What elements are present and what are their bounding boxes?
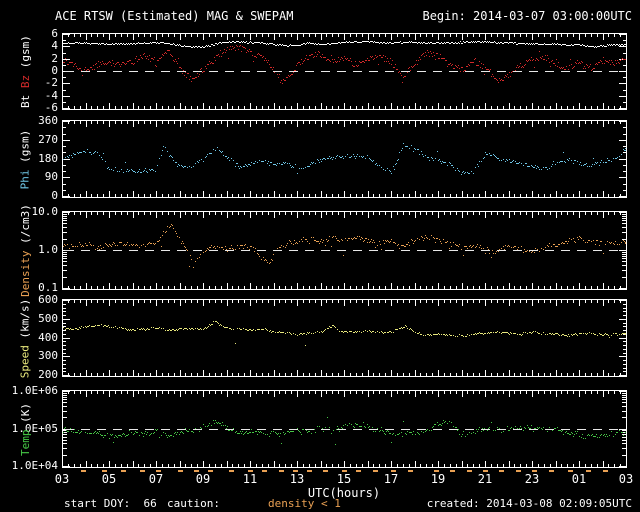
axis-label-part: (gsm) [18, 129, 32, 163]
caution-mark [407, 470, 413, 472]
x-tick-label: 03 [54, 472, 70, 486]
speed-axis-label-text: Speed (km/s) [19, 298, 32, 378]
temp-axis-label-text: Temp (K) [19, 403, 32, 456]
x-tick-label: 07 [148, 472, 164, 486]
caution-mark [586, 470, 592, 472]
caution-mark [548, 470, 554, 472]
btbz-plot-canvas [62, 33, 627, 110]
footer-caution-label: caution: [167, 497, 220, 510]
caution-mark [248, 470, 253, 472]
footer-created-timestamp: created: 2014-03-08 02:09:05UTC [426, 497, 632, 510]
caution-mark [342, 470, 347, 472]
caution-mark [139, 470, 145, 472]
caution-mark [292, 470, 298, 472]
caution-mark [102, 470, 108, 472]
density-axis-label-text: Density (/cm3) [19, 204, 32, 297]
axis-label-part: (K) [18, 402, 32, 423]
caution-mark [602, 470, 608, 472]
phi-axis-label-text: Phi (gsm) [19, 129, 32, 189]
caution-mark [323, 470, 329, 472]
axis-label-part: Bt [18, 88, 32, 108]
btbz-axis-label: Bt Bz (gsm) [2, 33, 48, 110]
axis-label-part: Bz [18, 68, 32, 89]
caution-mark [229, 470, 235, 472]
plot-title: ACE RTSW (Estimated) MAG & SWEPAM [55, 9, 294, 23]
caution-mark [81, 470, 87, 472]
caution-mark [499, 470, 505, 472]
ace-rtsw-chart: ACE RTSW (Estimated) MAG & SWEPAM Begin:… [0, 0, 640, 512]
x-tick-label: 23 [524, 472, 540, 486]
caution-mark [121, 470, 127, 472]
caution-mark [567, 470, 573, 472]
axis-label-part: Density [18, 243, 32, 297]
begin-timestamp: Begin: 2014-03-07 03:00:00UTC [422, 9, 632, 23]
axis-label-part: Phi [18, 162, 32, 189]
caution-mark [278, 470, 284, 472]
density-axis-label: Density (/cm3) [2, 204, 48, 297]
caution-mark [356, 470, 362, 472]
axis-label-part: Temp [18, 422, 32, 456]
speed-plot-canvas [62, 299, 627, 377]
phi-plot-canvas [62, 120, 627, 198]
phi-axis-label: Phi (gsm) [2, 120, 48, 198]
axis-label-part: (km/s) [18, 298, 32, 338]
caution-mark [208, 470, 214, 472]
caution-mark [532, 470, 538, 472]
caution-mark [483, 470, 488, 472]
x-tick-label: 09 [195, 472, 211, 486]
footer-start-doy: start DOY: 66 [64, 497, 157, 510]
temp-plot-canvas [62, 390, 627, 468]
caution-mark [177, 470, 183, 472]
axis-label-part: (/cm3) [18, 204, 32, 244]
caution-mark [193, 470, 199, 472]
x-tick-label: 13 [289, 472, 305, 486]
x-tick-label: 19 [430, 472, 446, 486]
density-plot-canvas [62, 211, 627, 290]
x-tick-label: 17 [383, 472, 399, 486]
x-tick-label: 01 [571, 472, 587, 486]
speed-axis-label: Speed (km/s) [2, 298, 48, 378]
caution-mark [515, 470, 521, 472]
x-tick-label: 11 [242, 472, 258, 486]
x-tick-label: 15 [336, 472, 352, 486]
caution-mark [306, 470, 312, 472]
caution-mark [391, 470, 397, 472]
axis-label-part: Speed [18, 338, 32, 378]
caution-mark [262, 470, 268, 472]
axis-label-part: (gsm) [18, 35, 32, 69]
caution-mark [372, 470, 378, 472]
caution-mark [433, 470, 439, 472]
footer-caution-value: density < 1 [268, 497, 341, 510]
caution-mark [156, 470, 162, 472]
temp-axis-label: Temp (K) [2, 390, 48, 468]
x-tick-label: 03 [618, 472, 634, 486]
caution-mark [450, 470, 456, 472]
x-tick-label: 21 [477, 472, 493, 486]
caution-mark [466, 470, 472, 472]
btbz-axis-label-text: Bt Bz (gsm) [19, 35, 32, 108]
x-tick-label: 05 [101, 472, 117, 486]
